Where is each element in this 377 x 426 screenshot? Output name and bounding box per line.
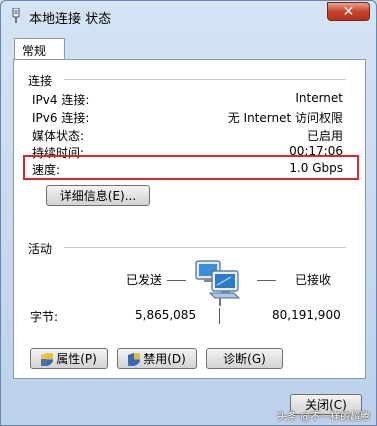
diagnose-button[interactable]: 诊断(G): [206, 348, 283, 369]
uac-shield-icon: [41, 353, 54, 366]
bytes-received-value: 80,191,900: [272, 308, 341, 322]
ipv4-label: IPv4 连接:: [32, 93, 90, 107]
ipv6-label: IPv6 连接:: [32, 111, 90, 125]
activity-group-heading: 活动: [28, 242, 53, 256]
close-icon: ✕: [342, 4, 355, 20]
disable-button-label: 禁用(D): [143, 352, 186, 366]
speed-label: 速度:: [32, 163, 61, 177]
received-dash: [257, 280, 276, 281]
sent-dash: [167, 280, 186, 281]
network-connection-icon: [12, 8, 20, 23]
ipv4-value: Internet: [295, 91, 343, 105]
properties-button-label: 属性(P): [56, 352, 97, 366]
uac-shield-icon: [128, 353, 141, 366]
connection-group-divider: [64, 79, 346, 80]
media-state-label: 媒体状态:: [32, 129, 85, 143]
properties-button[interactable]: 属性(P): [30, 348, 108, 369]
network-activity-icon: [195, 260, 241, 306]
bytes-label: 字节:: [30, 310, 59, 324]
ipv6-value: 无 Internet 访问权限: [227, 111, 343, 125]
window-close-button[interactable]: ✕: [327, 2, 370, 21]
sent-label: 已发送: [126, 273, 163, 287]
bytes-sent-value: 5,865,085: [135, 308, 197, 322]
watermark-text: 头条 @不一样的超腾: [277, 412, 371, 423]
disable-button[interactable]: 禁用(D): [117, 348, 197, 369]
connection-group-heading: 连接: [28, 74, 53, 88]
details-button[interactable]: 详细信息(E)...: [46, 185, 150, 206]
speed-value: 1.0 Gbps: [289, 161, 343, 175]
status-window: 本地连接 状态 ✕ 常规 连接 IPv4 连接: Internet IPv6 连…: [0, 0, 377, 426]
window-title: 本地连接 状态: [29, 12, 112, 27]
activity-group-divider: [64, 247, 346, 248]
media-state-value: 已启用: [306, 129, 343, 143]
activity-center-divider: [219, 308, 220, 324]
tab-general[interactable]: 常规: [14, 38, 65, 60]
received-label: 已接收: [295, 273, 332, 287]
title-bar[interactable]: 本地连接 状态 ✕: [1, 1, 376, 31]
